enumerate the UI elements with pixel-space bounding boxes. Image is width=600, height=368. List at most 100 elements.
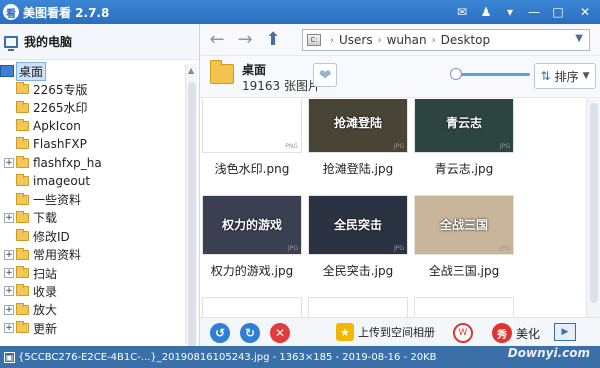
chevron-down-icon: ▼ bbox=[582, 71, 590, 81]
expand-icon[interactable]: + bbox=[4, 268, 14, 279]
thumbnail-caption: 抢滩登陆.jpg bbox=[322, 162, 394, 176]
thumbnail-image[interactable]: 抢滩登陆 JPG bbox=[308, 99, 408, 153]
beautify-button[interactable]: 秀 美化 bbox=[492, 323, 540, 343]
folder-icon bbox=[16, 155, 29, 168]
beautify-label: 美化 bbox=[516, 326, 541, 341]
thumbnail-image[interactable]: PNG bbox=[202, 99, 302, 153]
menu-icon[interactable]: ▾ bbox=[498, 0, 522, 24]
delete-icon[interactable]: ✕ bbox=[270, 323, 290, 343]
tree-folder-item[interactable]: 2265水印 bbox=[0, 98, 184, 116]
thumbnail-item[interactable]: 全战三国 JPG 全战三国.jpg bbox=[414, 195, 514, 279]
thumbnail-image[interactable] bbox=[414, 297, 514, 317]
slideshow-icon[interactable]: ▶ bbox=[554, 323, 576, 341]
title-bar: 看 美图看看 2.7.8 ✉ ♟ ▾ — □ ✕ bbox=[0, 0, 600, 24]
tree-folder-item[interactable]: ApkIcon bbox=[0, 117, 184, 135]
tree-folder-item[interactable]: + 下载 bbox=[0, 209, 184, 227]
thumbnail-image[interactable] bbox=[202, 297, 302, 317]
grid-scrollbar[interactable] bbox=[586, 99, 600, 317]
expand-icon[interactable]: + bbox=[4, 323, 14, 334]
thumbnail-image[interactable] bbox=[308, 297, 408, 317]
expand-icon[interactable]: + bbox=[4, 249, 14, 260]
tree-folder-label: 常用资料 bbox=[33, 248, 82, 263]
close-button[interactable]: ✕ bbox=[570, 0, 600, 24]
scrollbar-thumb[interactable] bbox=[188, 82, 196, 352]
format-badge: JPG bbox=[287, 245, 298, 252]
tree-folder-item[interactable]: imageout bbox=[0, 172, 184, 190]
minimize-button[interactable]: — bbox=[522, 0, 546, 24]
tree-folder-label: 放大 bbox=[33, 303, 58, 318]
rotate-left-icon[interactable]: ↺ bbox=[210, 323, 230, 343]
folder-icon bbox=[16, 100, 29, 113]
thumbnail-caption: 权力的游戏.jpg bbox=[210, 264, 294, 278]
thumbnail-size-slider[interactable] bbox=[450, 68, 530, 80]
folder-panel: 我的电脑 桌面 2265专版 2265水印 ApkIcon FlashFXP + flas… bbox=[0, 24, 200, 352]
tree-folder-label: 收录 bbox=[33, 284, 58, 299]
breadcrumb-item[interactable]: Users bbox=[339, 33, 373, 47]
maximize-button[interactable]: □ bbox=[546, 0, 570, 24]
thumbnail-image[interactable]: 权力的游戏 JPG bbox=[202, 195, 302, 255]
window-controls: ✉ ♟ ▾ — □ ✕ bbox=[450, 0, 600, 24]
sort-label: 排序 bbox=[554, 69, 579, 84]
expand-icon[interactable]: + bbox=[4, 212, 14, 223]
upload-label: 上传到空间相册 bbox=[358, 326, 435, 339]
scrollbar-thumb[interactable] bbox=[590, 103, 598, 303]
tree-folder-label: FlashFXP bbox=[33, 137, 87, 152]
weibo-icon[interactable]: W bbox=[453, 323, 473, 343]
thumbnail-item[interactable]: 全民突击 JPG 全民突击.jpg bbox=[308, 195, 408, 279]
folder-tree-scrollbar[interactable]: ▲ bbox=[185, 64, 197, 352]
notification-icon[interactable]: ✉ bbox=[450, 0, 474, 24]
watermark: Downyi.com bbox=[507, 346, 590, 360]
chevron-down-icon[interactable]: ▼ bbox=[575, 33, 583, 44]
thumbnail-caption: 浅色水印.png bbox=[214, 162, 290, 176]
tree-folder-item[interactable]: + 扫站 bbox=[0, 264, 184, 282]
skin-icon[interactable]: ♟ bbox=[474, 0, 498, 24]
folder-info-bar: 桌面 19163 张图片 ❤ ⇅ 排序 ▼ bbox=[200, 56, 600, 98]
tree-folder-item[interactable]: 2265专版 bbox=[0, 80, 184, 98]
breadcrumb-item[interactable]: wuhan bbox=[387, 33, 427, 47]
sort-button[interactable]: ⇅ 排序 ▼ bbox=[534, 63, 596, 89]
thumbnail-caption: 青云志.jpg bbox=[434, 162, 494, 176]
expand-icon[interactable]: + bbox=[4, 304, 14, 315]
tree-folder-item[interactable]: + 常用资料 bbox=[0, 246, 184, 264]
thumbnail-image[interactable]: 全民突击 JPG bbox=[308, 195, 408, 255]
expand-icon[interactable]: + bbox=[4, 157, 14, 168]
thumbnail-image[interactable]: 青云志 JPG bbox=[414, 99, 514, 153]
bottom-toolbar: ↺ ↻ ✕ ★ 上传到空间相册 W 秀 美化 ▶ bbox=[200, 317, 600, 346]
tree-folder-item[interactable]: 一些资料 bbox=[0, 190, 184, 208]
up-folder-icon[interactable]: ⬆ bbox=[262, 29, 284, 51]
path-bar[interactable]: C: › Users › wuhan › Desktop ▼ bbox=[302, 29, 590, 51]
forward-arrow-icon[interactable]: → bbox=[234, 29, 256, 51]
tree-folder-item[interactable]: FlashFXP bbox=[0, 135, 184, 153]
upload-to-album-button[interactable]: ★ 上传到空间相册 bbox=[336, 323, 435, 341]
tree-folder-item[interactable]: + flashfxp_ha bbox=[0, 154, 184, 172]
tree-folder-label: ApkIcon bbox=[33, 118, 81, 133]
thumbnail-item[interactable] bbox=[414, 297, 514, 317]
thumbnail-item[interactable]: 权力的游戏 JPG 权力的游戏.jpg bbox=[202, 195, 302, 279]
tree-folder-item[interactable]: 修改ID bbox=[0, 227, 184, 245]
my-computer-label: 我的电脑 bbox=[24, 35, 73, 49]
my-computer-header[interactable]: 我的电脑 bbox=[0, 24, 199, 60]
favorite-heart-button[interactable]: ❤ bbox=[313, 63, 337, 87]
breadcrumb-item[interactable]: Desktop bbox=[441, 33, 491, 47]
thumbnail-item[interactable] bbox=[202, 297, 302, 317]
folder-icon bbox=[16, 82, 29, 95]
tree-root-label: 桌面 bbox=[16, 62, 47, 81]
folder-icon bbox=[16, 210, 29, 223]
slider-knob[interactable] bbox=[450, 68, 462, 80]
thumbnail-item[interactable]: 青云志 JPG 青云志.jpg bbox=[414, 99, 514, 177]
expand-icon[interactable]: + bbox=[4, 286, 14, 297]
thumbnail-item[interactable] bbox=[308, 297, 408, 317]
status-text: {5CCBC276-E2CE-4B1C-...}_20190816105243.… bbox=[18, 351, 437, 363]
tree-root-desktop[interactable]: 桌面 bbox=[0, 62, 184, 81]
back-arrow-icon[interactable]: ← bbox=[206, 29, 228, 51]
tree-folder-item[interactable]: + 收录 bbox=[0, 282, 184, 300]
tree-folder-item[interactable]: + 放大 bbox=[0, 301, 184, 319]
folder-icon bbox=[210, 60, 234, 84]
thumbnail-overlay-text: 全民突击 bbox=[333, 218, 382, 232]
rotate-right-icon[interactable]: ↻ bbox=[240, 323, 260, 343]
scroll-up-icon[interactable]: ▲ bbox=[188, 66, 194, 75]
thumbnail-item[interactable]: 抢滩登陆 JPG 抢滩登陆.jpg bbox=[308, 99, 408, 177]
tree-folder-item[interactable]: + 更新 bbox=[0, 319, 184, 337]
thumbnail-image[interactable]: 全战三国 JPG bbox=[414, 195, 514, 255]
thumbnail-item[interactable]: PNG 浅色水印.png bbox=[202, 99, 302, 177]
